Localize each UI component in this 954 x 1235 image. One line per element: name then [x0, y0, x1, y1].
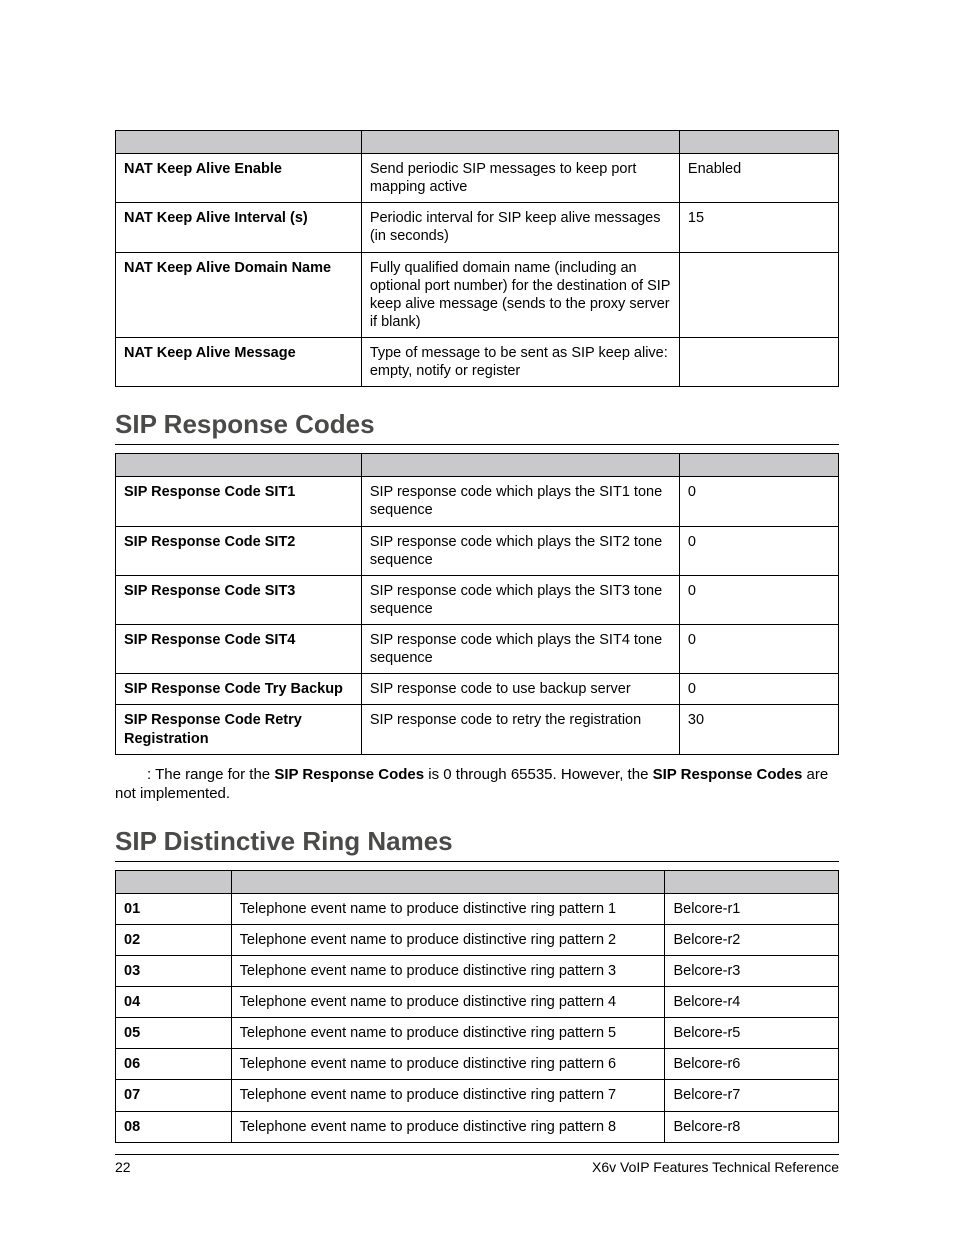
desc-cell: Telephone event name to produce distinct…: [231, 987, 665, 1018]
sip-response-codes-table: SIP Response Code SIT1 SIP response code…: [115, 453, 839, 754]
param-cell: NAT Keep Alive Enable: [116, 154, 362, 203]
table-row: SIP Response Code SIT3 SIP response code…: [116, 575, 839, 624]
param-cell: 01: [116, 893, 232, 924]
table-row: NAT Keep Alive Message Type of message t…: [116, 338, 839, 387]
param-cell: SIP Response Code SIT4: [116, 625, 362, 674]
table-row: 04 Telephone event name to produce disti…: [116, 987, 839, 1018]
note-paragraph: : The range for the SIP Response Codes i…: [115, 765, 839, 804]
value-cell: Belcore-r8: [665, 1111, 839, 1142]
value-cell: Belcore-r2: [665, 924, 839, 955]
section-heading-sip-distinctive-ring-names: SIP Distinctive Ring Names: [115, 826, 839, 862]
value-cell: 0: [679, 526, 838, 575]
table-header-row: [116, 870, 839, 893]
value-cell: 0: [679, 477, 838, 526]
value-cell: 15: [679, 203, 838, 252]
note-bold-2: SIP Response Codes: [653, 766, 803, 783]
sip-distinctive-ring-names-table: 01 Telephone event name to produce disti…: [115, 870, 839, 1143]
desc-cell: Telephone event name to produce distinct…: [231, 893, 665, 924]
table-row: 05 Telephone event name to produce disti…: [116, 1018, 839, 1049]
param-cell: 07: [116, 1080, 232, 1111]
param-cell: 08: [116, 1111, 232, 1142]
param-cell: SIP Response Code SIT2: [116, 526, 362, 575]
desc-cell: Send periodic SIP messages to keep port …: [361, 154, 679, 203]
page: NAT Keep Alive Enable Send periodic SIP …: [0, 0, 954, 1235]
table-row: 01 Telephone event name to produce disti…: [116, 893, 839, 924]
note-mid: is 0 through 65535. However, the: [424, 766, 652, 783]
param-cell: SIP Response Code SIT1: [116, 477, 362, 526]
value-cell: Belcore-r1: [665, 893, 839, 924]
desc-cell: Telephone event name to produce distinct…: [231, 1080, 665, 1111]
table-header-row: [116, 454, 839, 477]
table-row: 03 Telephone event name to produce disti…: [116, 955, 839, 986]
table-row: SIP Response Code SIT4 SIP response code…: [116, 625, 839, 674]
desc-cell: SIP response code which plays the SIT3 t…: [361, 575, 679, 624]
value-cell: Belcore-r3: [665, 955, 839, 986]
param-cell: SIP Response Code SIT3: [116, 575, 362, 624]
table-row: 02 Telephone event name to produce disti…: [116, 924, 839, 955]
desc-cell: SIP response code which plays the SIT4 t…: [361, 625, 679, 674]
param-cell: NAT Keep Alive Message: [116, 338, 362, 387]
value-cell: 0: [679, 575, 838, 624]
desc-cell: Telephone event name to produce distinct…: [231, 924, 665, 955]
desc-cell: Telephone event name to produce distinct…: [231, 1111, 665, 1142]
value-cell: 0: [679, 625, 838, 674]
page-footer: 22 X6v VoIP Features Technical Reference: [115, 1154, 839, 1175]
desc-cell: Telephone event name to produce distinct…: [231, 1018, 665, 1049]
desc-cell: Telephone event name to produce distinct…: [231, 1049, 665, 1080]
value-cell: Enabled: [679, 154, 838, 203]
desc-cell: Telephone event name to produce distinct…: [231, 955, 665, 986]
desc-cell: SIP response code to retry the registrat…: [361, 705, 679, 754]
param-cell: 02: [116, 924, 232, 955]
table-row: NAT Keep Alive Domain Name Fully qualifi…: [116, 252, 839, 338]
page-number: 22: [115, 1159, 131, 1175]
desc-cell: SIP response code which plays the SIT2 t…: [361, 526, 679, 575]
value-cell: Belcore-r5: [665, 1018, 839, 1049]
footer-title: X6v VoIP Features Technical Reference: [592, 1159, 839, 1175]
note-prefix: : The range for the: [115, 766, 274, 783]
desc-cell: Periodic interval for SIP keep alive mes…: [361, 203, 679, 252]
param-cell: NAT Keep Alive Domain Name: [116, 252, 362, 338]
desc-cell: Fully qualified domain name (including a…: [361, 252, 679, 338]
param-cell: SIP Response Code Retry Registration: [116, 705, 362, 754]
table-row: 07 Telephone event name to produce disti…: [116, 1080, 839, 1111]
table-row: NAT Keep Alive Enable Send periodic SIP …: [116, 154, 839, 203]
desc-cell: SIP response code which plays the SIT1 t…: [361, 477, 679, 526]
value-cell: 0: [679, 674, 838, 705]
param-cell: 03: [116, 955, 232, 986]
param-cell: SIP Response Code Try Backup: [116, 674, 362, 705]
section-heading-sip-response-codes: SIP Response Codes: [115, 409, 839, 445]
note-bold-1: SIP Response Codes: [274, 766, 424, 783]
param-cell: 06: [116, 1049, 232, 1080]
table-row: SIP Response Code Try Backup SIP respons…: [116, 674, 839, 705]
value-cell: Belcore-r4: [665, 987, 839, 1018]
table-row: 08 Telephone event name to produce disti…: [116, 1111, 839, 1142]
value-cell: Belcore-r6: [665, 1049, 839, 1080]
table-row: SIP Response Code SIT1 SIP response code…: [116, 477, 839, 526]
desc-cell: SIP response code to use backup server: [361, 674, 679, 705]
param-cell: 05: [116, 1018, 232, 1049]
table-row: 06 Telephone event name to produce disti…: [116, 1049, 839, 1080]
value-cell: [679, 338, 838, 387]
value-cell: [679, 252, 838, 338]
nat-keep-alive-table: NAT Keep Alive Enable Send periodic SIP …: [115, 130, 839, 387]
table-row: NAT Keep Alive Interval (s) Periodic int…: [116, 203, 839, 252]
table-row: SIP Response Code SIT2 SIP response code…: [116, 526, 839, 575]
table-row: SIP Response Code Retry Registration SIP…: [116, 705, 839, 754]
value-cell: 30: [679, 705, 838, 754]
desc-cell: Type of message to be sent as SIP keep a…: [361, 338, 679, 387]
value-cell: Belcore-r7: [665, 1080, 839, 1111]
table-header-row: [116, 131, 839, 154]
param-cell: 04: [116, 987, 232, 1018]
param-cell: NAT Keep Alive Interval (s): [116, 203, 362, 252]
